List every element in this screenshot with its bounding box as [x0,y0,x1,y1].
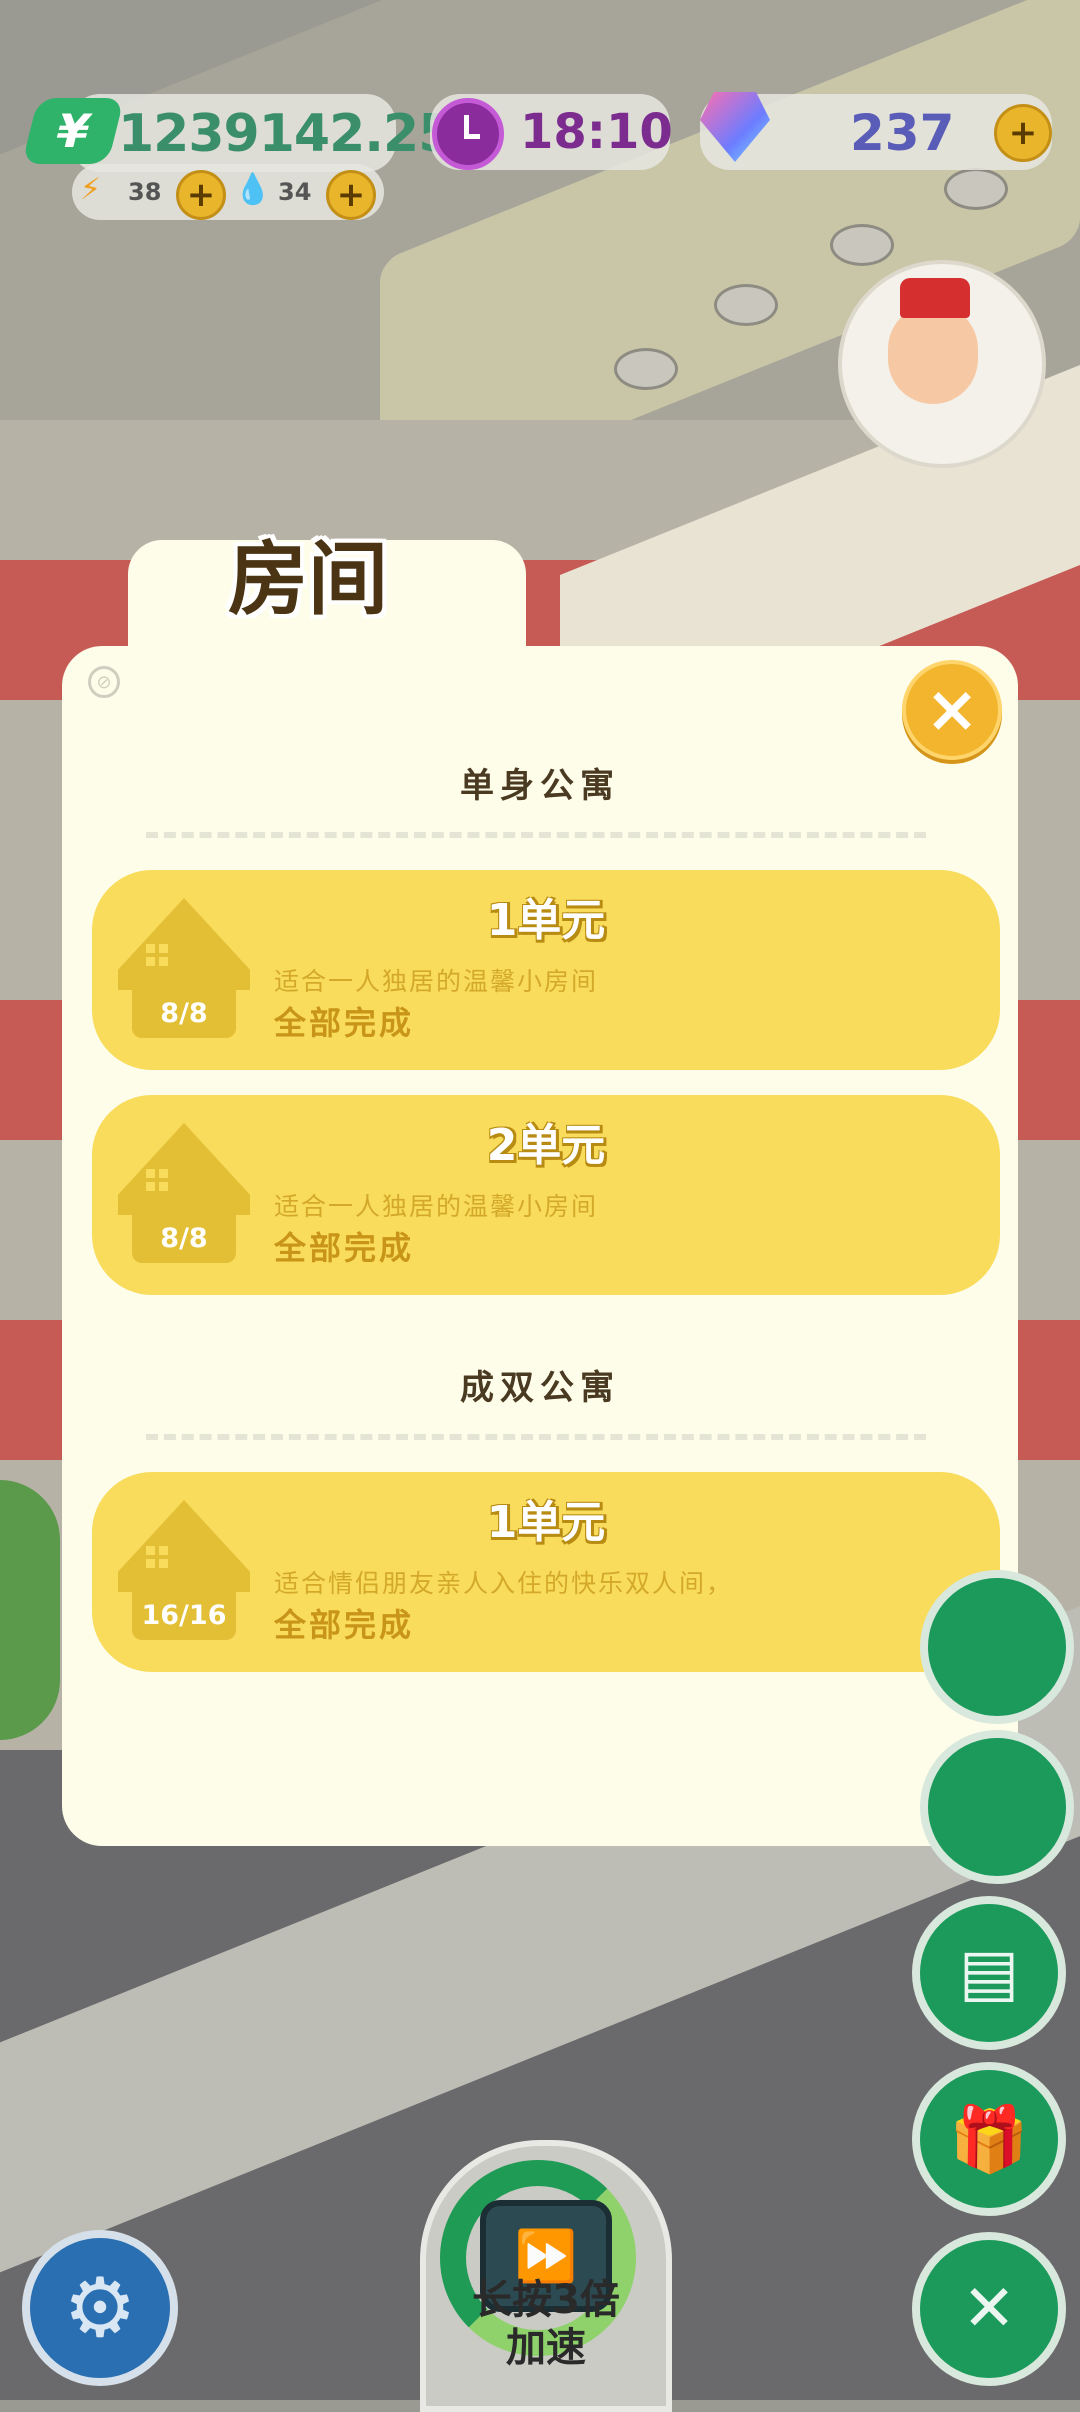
add-gems-button[interactable]: + [994,104,1052,162]
roof-vent [830,224,894,266]
money-amount: 1239142.25 [118,104,454,164]
room-card-title: 2单元 [486,1120,606,1171]
water-drop-icon: 💧 [234,172,272,207]
energy-amount: 38 [128,178,162,206]
room-card-description: 适合一人独居的温馨小房间 [274,1192,599,1221]
tree [0,1480,60,1740]
roof-vent [614,348,678,390]
npc-hat [900,278,970,318]
room-card[interactable]: 16/16 1单元 适合情侣朋友亲人入住的快乐双人间， 全部完成 [92,1472,1000,1672]
room-progress-count: 16/16 [141,1600,227,1631]
add-water-button[interactable]: + [326,170,376,220]
section-title-double-apartment: 成双公寓 [460,1368,620,1408]
section-title-single-apartment: 单身公寓 [460,766,620,806]
room-card[interactable]: 8/8 1单元 适合一人独居的温馨小房间 全部完成 [92,870,1000,1070]
clock-icon [432,98,504,170]
energy-icon: ⚡ [80,172,102,207]
close-button[interactable]: × [902,660,1002,760]
room-card-title: 1单元 [486,895,606,946]
section-divider [146,832,926,838]
speed-up-label: 长按3倍 加速 [420,2276,672,2372]
gift-button[interactable]: 🎁 [912,2062,1066,2216]
section-divider [146,1434,926,1440]
settings-button[interactable]: ⚙ [22,2230,178,2386]
room-progress-count: 8/8 [160,1223,208,1254]
room-card[interactable]: 8/8 2单元 适合一人独居的温馨小房间 全部完成 [92,1095,1000,1295]
build-tools-button[interactable]: ✕ [912,2232,1066,2386]
game-time: 18:10 [520,104,673,160]
gift-icon: 🎁 [949,2102,1029,2177]
room-card-description: 适合一人独居的温馨小房间 [274,967,599,996]
speed-up-label-line2: 加速 [506,2325,586,2371]
add-energy-button[interactable]: + [176,170,226,220]
room-card-title: 1单元 [486,1497,606,1548]
room-card-status: 全部完成 [274,1606,415,1644]
room-card-description: 适合情侣朋友亲人入住的快乐双人间， [274,1569,734,1598]
npc-face [888,304,978,404]
npc-landlord-avatar[interactable] [838,260,1046,468]
room-card-status: 全部完成 [274,1004,415,1042]
roof-vent [714,284,778,326]
notepad-icon: ▤ [958,1936,1020,2010]
modal-title: 房间 [228,533,388,626]
gem-amount: 237 [850,104,955,162]
room-card-status: 全部完成 [274,1229,415,1267]
water-amount: 34 [278,178,312,206]
money-icon-glyph: ¥ [50,104,96,158]
edit-icon[interactable]: ⊘ [88,666,120,698]
close-icon: × [925,673,979,747]
tools-icon: ✕ [962,2272,1016,2346]
side-menu-button[interactable] [920,1730,1074,1884]
tasks-button[interactable]: ▤ [912,1896,1066,2050]
speed-up-label-line1: 长按3倍 [472,2277,620,2323]
side-menu-button[interactable] [920,1570,1074,1724]
gear-icon: ⚙ [63,2260,137,2356]
room-progress-count: 8/8 [160,998,208,1029]
roof-vent [944,168,1008,210]
